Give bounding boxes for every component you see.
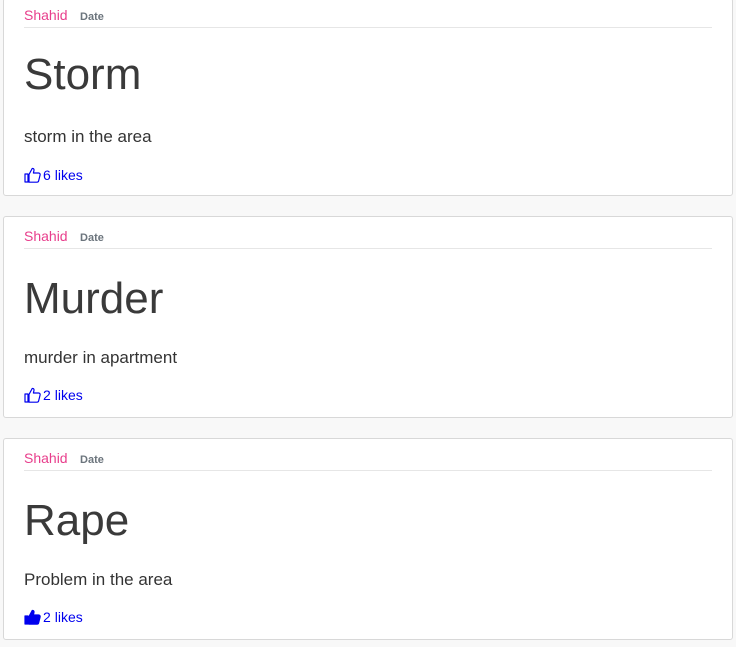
like-label: likes xyxy=(54,167,83,183)
thumbs-up-outline-icon xyxy=(24,387,41,403)
post-meta: Shahid Date xyxy=(24,7,712,28)
post-author[interactable]: Shahid xyxy=(24,7,68,23)
post-card: Shahid Date Rape Problem in the area 2 l… xyxy=(3,438,733,640)
post-feed: Shahid Date Storm storm in the area 6 li… xyxy=(0,0,736,647)
like-count: 2 xyxy=(43,609,51,625)
like-button[interactable]: 6 likes xyxy=(24,167,83,183)
post-body: storm in the area xyxy=(24,127,152,146)
like-count: 6 xyxy=(43,167,51,183)
thumbs-up-filled-icon xyxy=(24,609,41,625)
like-label: likes xyxy=(54,387,83,403)
post-date: Date xyxy=(80,232,104,244)
like-button[interactable]: 2 likes xyxy=(24,609,83,625)
post-body: Problem in the area xyxy=(24,570,173,589)
thumbs-up-outline-icon xyxy=(24,167,41,183)
post-card: Shahid Date Murder murder in apartment 2… xyxy=(3,216,733,418)
post-title: Rape xyxy=(24,496,130,545)
post-meta: Shahid Date xyxy=(24,228,712,249)
like-label: likes xyxy=(54,609,83,625)
like-count: 2 xyxy=(43,387,51,403)
post-author[interactable]: Shahid xyxy=(24,228,68,244)
post-meta: Shahid Date xyxy=(24,450,712,471)
post-author[interactable]: Shahid xyxy=(24,450,68,466)
like-button[interactable]: 2 likes xyxy=(24,387,83,403)
post-card: Shahid Date Storm storm in the area 6 li… xyxy=(3,0,733,196)
post-date: Date xyxy=(80,454,104,466)
post-date: Date xyxy=(80,11,104,23)
post-title: Murder xyxy=(24,274,164,323)
post-title: Storm xyxy=(24,50,142,99)
post-body: murder in apartment xyxy=(24,348,178,367)
